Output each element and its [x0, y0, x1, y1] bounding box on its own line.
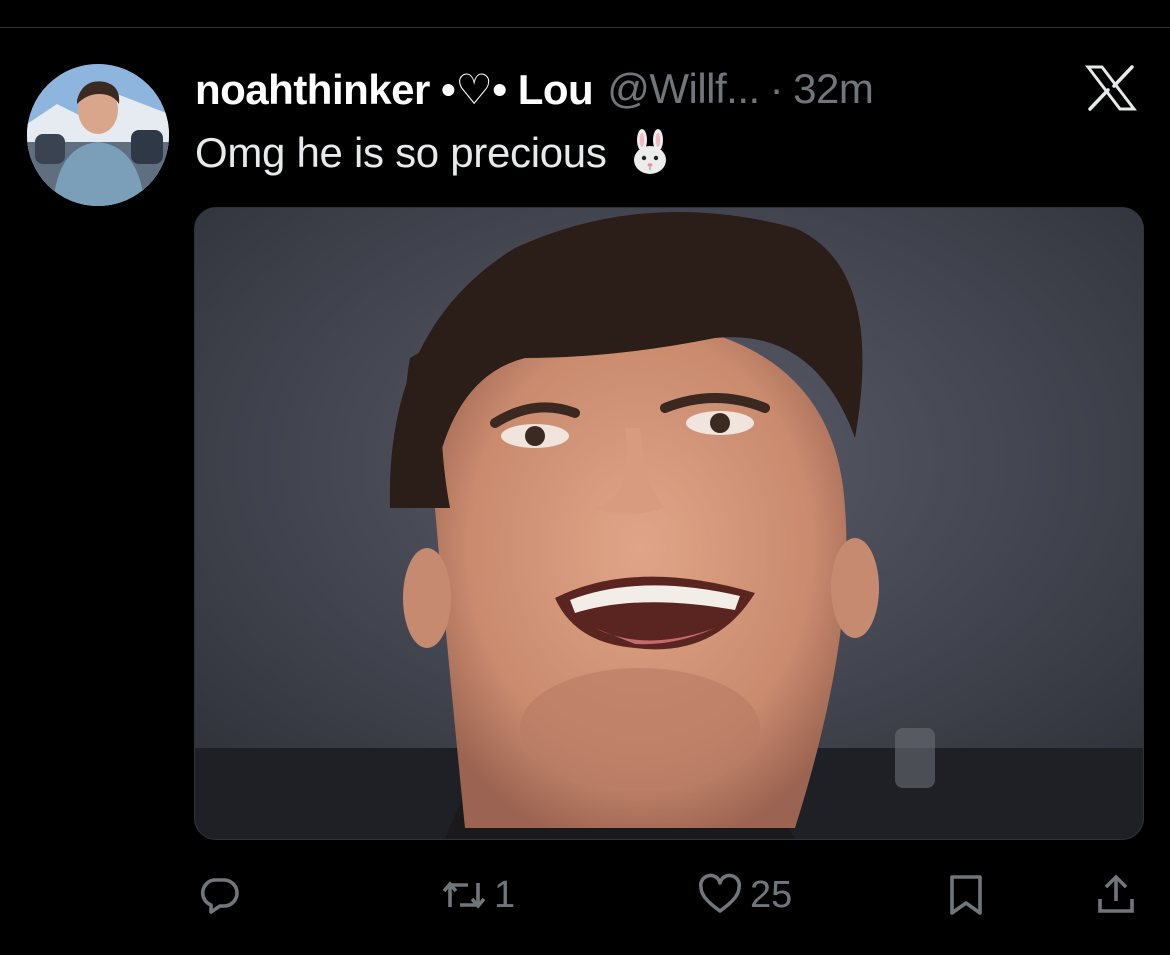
retweet-icon: [442, 881, 486, 909]
photo: [195, 208, 1143, 839]
avatar[interactable]: [27, 64, 169, 206]
action-bar: 1 25: [0, 860, 1170, 930]
reply-icon: [200, 878, 239, 914]
reply-button[interactable]: [196, 860, 244, 930]
user-handle[interactable]: @Willf...: [607, 65, 760, 113]
tweet-text: Omg he is so precious: [195, 128, 675, 178]
rabbit-face-icon: [625, 128, 675, 178]
retweet-button[interactable]: 1: [440, 860, 515, 930]
heart-icon: [698, 873, 742, 913]
tweet-body: Omg he is so precious: [195, 129, 607, 176]
like-count: 25: [750, 873, 793, 916]
share-icon: [1098, 874, 1134, 913]
tweet-media[interactable]: [194, 207, 1144, 840]
x-logo-icon[interactable]: [1085, 64, 1137, 112]
timestamp[interactable]: 32m: [793, 65, 874, 113]
tweet-header: noahthinker •♡• Lou @Willf... · 32m: [195, 64, 874, 114]
share-button[interactable]: [1092, 860, 1140, 930]
like-button[interactable]: 25: [696, 860, 792, 930]
avatar-image: [27, 64, 169, 206]
bookmark-button[interactable]: [942, 860, 990, 930]
top-divider: [0, 27, 1170, 28]
retweet-count: 1: [494, 873, 516, 916]
bookmark-icon: [950, 875, 982, 915]
display-name[interactable]: noahthinker •♡• Lou: [195, 65, 594, 114]
separator-dot: ·: [769, 65, 784, 112]
